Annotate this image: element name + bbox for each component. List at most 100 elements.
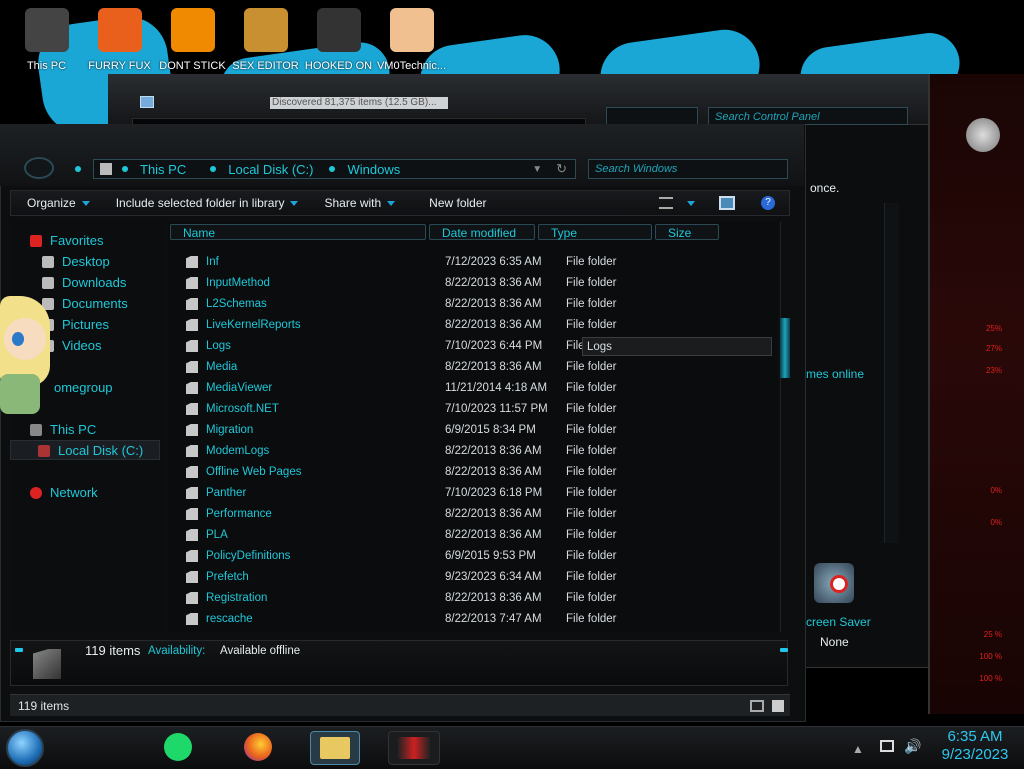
table-row[interactable]: Offline Web Pages 8/22/2013 8:36 AM File f… bbox=[186, 462, 776, 482]
alienware-percent: 0% bbox=[990, 486, 1002, 495]
table-row[interactable]: L2Schemas 8/22/2013 8:36 AM File folder bbox=[186, 294, 776, 314]
column-header-type[interactable]: Type bbox=[538, 224, 652, 240]
breadcrumb-this-pc[interactable]: This PC bbox=[140, 162, 186, 177]
view-dropdown-icon[interactable] bbox=[687, 200, 695, 206]
taskbar-app-notes[interactable] bbox=[160, 731, 196, 763]
table-row[interactable]: PLA 8/22/2013 8:36 AM File folder bbox=[186, 525, 776, 545]
nav-local-disk[interactable]: Local Disk (C:) bbox=[38, 443, 143, 458]
alienware-percent: 23% bbox=[985, 366, 1002, 375]
table-row[interactable]: rescache 8/22/2013 7:47 AM File folder bbox=[186, 609, 776, 629]
nav-favorites[interactable]: Favorites bbox=[30, 233, 103, 248]
file-type: File folder bbox=[566, 445, 617, 457]
file-date: 8/22/2013 8:36 AM bbox=[445, 298, 542, 310]
table-row[interactable]: Registration 8/22/2013 8:36 AM File folder bbox=[186, 588, 776, 608]
nav-downloads[interactable]: Downloads bbox=[42, 275, 126, 290]
address-dropdown-icon[interactable]: ▼ bbox=[532, 164, 542, 175]
folder-icon bbox=[186, 277, 198, 289]
column-header-size[interactable]: Size bbox=[655, 224, 719, 240]
drive-icon bbox=[38, 444, 50, 457]
chevron-down-icon bbox=[81, 200, 90, 206]
command-toolbar: Organize Include selected folder in libr… bbox=[10, 190, 790, 216]
table-row[interactable]: Prefetch 9/23/2023 6:34 AM File folder bbox=[186, 567, 776, 587]
column-header-date[interactable]: Date modified bbox=[429, 224, 535, 240]
nav-downloads-label: Downloads bbox=[62, 275, 127, 290]
file-type: File folder bbox=[566, 466, 617, 478]
desktop-icon-item[interactable]: HOOKED ON bbox=[302, 4, 375, 76]
file-type: File folder bbox=[566, 382, 617, 394]
table-row[interactable]: Inf 7/12/2023 6:35 AM File folder bbox=[186, 252, 776, 272]
file-list-scrollbar[interactable] bbox=[780, 222, 793, 632]
back-button-icon[interactable] bbox=[24, 157, 54, 179]
folder-icon bbox=[186, 382, 198, 394]
nav-network[interactable]: Network bbox=[30, 485, 98, 500]
nav-homegroup[interactable]: omegroup bbox=[54, 380, 113, 395]
table-row[interactable]: Media 8/22/2013 8:36 AM File folder bbox=[186, 357, 776, 377]
share-with-button[interactable]: Share with bbox=[324, 196, 396, 210]
table-row[interactable]: LiveKernelReports 8/22/2013 8:36 AM File f… bbox=[186, 315, 776, 335]
nav-network-label: Network bbox=[50, 485, 98, 500]
help-icon[interactable]: ? bbox=[761, 196, 775, 210]
taskbar-app-explorer[interactable] bbox=[310, 731, 360, 765]
view-options-icon[interactable] bbox=[659, 197, 673, 209]
column-header-name[interactable]: Name bbox=[170, 224, 426, 240]
include-library-button[interactable]: Include selected folder in library bbox=[116, 196, 299, 210]
desktop-icon-item[interactable]: This PC bbox=[10, 4, 83, 76]
desktop-icon-item[interactable]: DONT STICK bbox=[156, 4, 229, 76]
control-panel-search[interactable]: Search Control Panel bbox=[708, 107, 908, 125]
nav-favorites-label: Favorites bbox=[50, 233, 104, 248]
table-row[interactable]: Panther 7/10/2023 6:18 PM File folder bbox=[186, 483, 776, 503]
table-row[interactable]: PolicyDefinitions 6/9/2015 9:53 PM File fo… bbox=[186, 546, 776, 566]
nav-desktop-label: Desktop bbox=[62, 254, 110, 269]
desktop-icon-item[interactable]: SEX EDITOR bbox=[229, 4, 302, 76]
file-type: File folder bbox=[566, 361, 617, 373]
system-clock[interactable]: 6:35 AM 9/23/2023 bbox=[930, 728, 1020, 764]
scrollbar-thumb[interactable] bbox=[780, 318, 790, 378]
table-row[interactable]: Migration 6/9/2015 8:34 PM File folder bbox=[186, 420, 776, 440]
breadcrumb-windows[interactable]: Windows bbox=[347, 162, 400, 177]
preview-pane-icon[interactable] bbox=[719, 196, 735, 210]
network-tray-icon[interactable] bbox=[880, 740, 894, 752]
breadcrumb-local-disk[interactable]: Local Disk (C:) bbox=[228, 162, 313, 177]
organize-button[interactable]: Organize bbox=[27, 196, 90, 210]
taskbar-app-control-panel[interactable] bbox=[388, 731, 440, 765]
details-view-icon[interactable] bbox=[750, 700, 764, 712]
nav-desktop[interactable]: Desktop bbox=[42, 254, 110, 269]
large-icons-view-icon[interactable] bbox=[772, 700, 784, 712]
show-hidden-icons-icon[interactable]: ▲ bbox=[852, 742, 864, 756]
details-item-count: 119 items bbox=[85, 643, 141, 658]
address-bar[interactable]: This PC Local Disk (C:) Windows ▼ ↻ bbox=[93, 159, 576, 179]
cp-link-games[interactable]: mes online bbox=[806, 367, 864, 381]
file-name: Registration bbox=[206, 592, 268, 604]
file-name: LiveKernelReports bbox=[206, 319, 301, 331]
cp-address-bar[interactable] bbox=[606, 107, 698, 125]
computer-icon bbox=[30, 423, 42, 436]
desktop-icon-item[interactable]: FURRY FUX bbox=[83, 4, 156, 76]
screensaver-label[interactable]: creen Saver bbox=[806, 615, 871, 629]
start-button[interactable] bbox=[6, 729, 44, 767]
table-row[interactable]: InputMethod 8/22/2013 8:36 AM File folder bbox=[186, 273, 776, 293]
new-folder-button[interactable]: New folder bbox=[429, 196, 486, 210]
taskbar-app-firefox[interactable] bbox=[240, 731, 276, 763]
forward-dot[interactable] bbox=[75, 166, 81, 172]
alienware-percent: 0% bbox=[990, 518, 1002, 527]
this-pc-icon bbox=[24, 8, 69, 52]
cp-scrollbar[interactable] bbox=[884, 203, 899, 543]
table-row[interactable]: Performance 8/22/2013 8:36 AM File folder bbox=[186, 504, 776, 524]
refresh-icon[interactable]: ↻ bbox=[556, 161, 567, 177]
table-row[interactable]: Microsoft.NET 7/10/2023 11:57 PM File fold… bbox=[186, 399, 776, 419]
status-item-count: 119 items bbox=[18, 699, 70, 713]
status-bar: 119 items bbox=[10, 694, 790, 716]
drive-icon bbox=[100, 163, 112, 175]
star-icon bbox=[30, 234, 42, 247]
desktop-icon-item[interactable]: VM0Technic... bbox=[375, 4, 448, 76]
tooltip-text: Logs bbox=[587, 341, 612, 353]
file-date: 8/22/2013 8:36 AM bbox=[445, 277, 542, 289]
nav-this-pc[interactable]: This PC bbox=[30, 422, 96, 437]
file-name: Migration bbox=[206, 424, 254, 436]
table-row[interactable]: ModemLogs 8/22/2013 8:36 AM File folder bbox=[186, 441, 776, 461]
volume-tray-icon[interactable]: 🔊 bbox=[904, 738, 921, 755]
search-windows-input[interactable]: Search Windows bbox=[588, 159, 788, 179]
file-type: File folder bbox=[566, 550, 617, 562]
nav-videos-label: Videos bbox=[62, 338, 102, 353]
table-row[interactable]: MediaViewer 11/21/2014 4:18 AM File folder bbox=[186, 378, 776, 398]
